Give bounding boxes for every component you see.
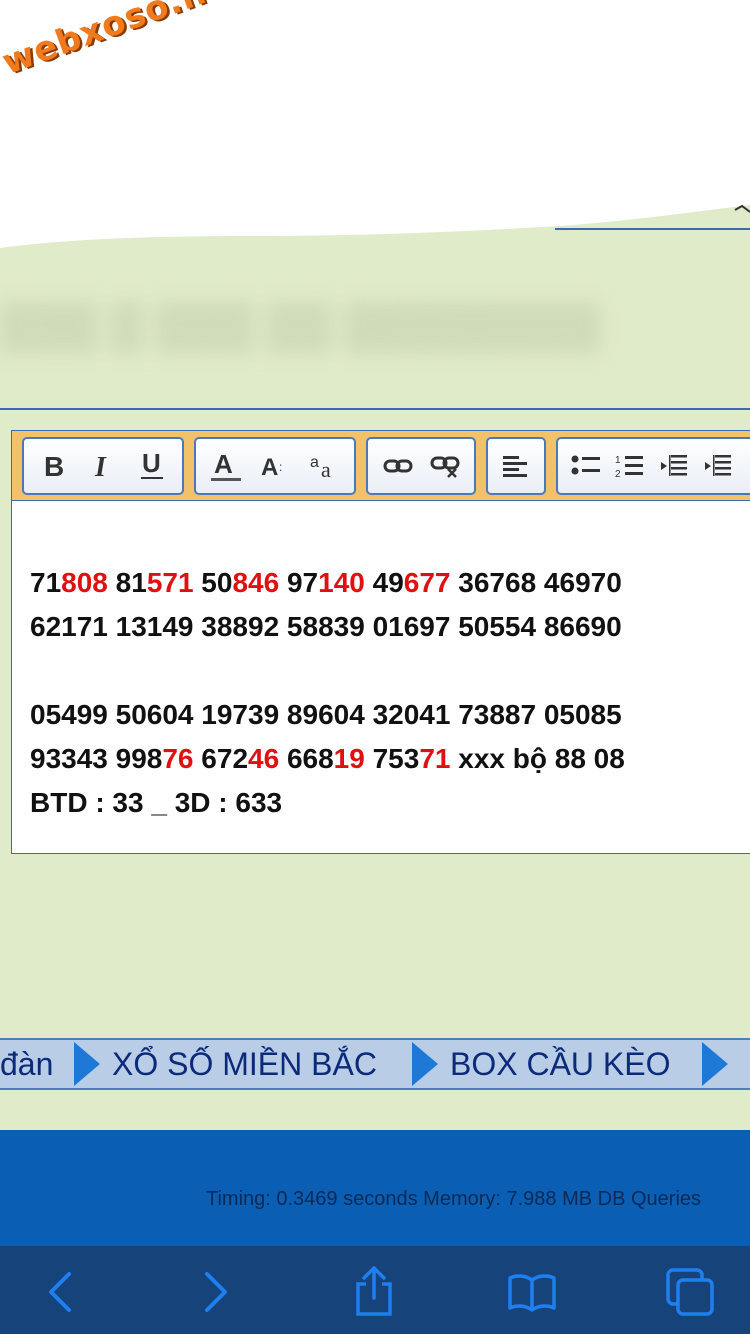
svg-text:U: U [142, 450, 161, 478]
content-line: 62171 13149 38892 58839 01697 50554 8669… [30, 605, 625, 649]
nav-arrow-icon [74, 1042, 100, 1086]
forward-icon[interactable] [188, 1264, 244, 1320]
tabs-icon[interactable] [662, 1264, 718, 1320]
unlink-icon[interactable] [423, 444, 467, 488]
svg-text:a: a [321, 457, 331, 481]
svg-text:2: 2 [615, 469, 621, 479]
highlighted-number: 677 [403, 567, 451, 598]
highlighted-number: 46 [248, 743, 280, 774]
content-line [30, 649, 625, 693]
toolbar-group-font: A A: aa [194, 437, 356, 495]
toolbar-group-links [366, 437, 476, 495]
content-line: 05499 50604 19739 89604 32041 73887 0508… [30, 693, 625, 737]
editor-toolbar: B I U A A: aa 1 2 [12, 431, 750, 501]
timing-info: Timing: 0.3469 seconds Memory: 7.988 MB … [206, 1188, 702, 1210]
blurred-post-title: ▒▒▒ ▒ ▒▒▒ ▒▒ ▒▒▒▒▒▒▒▒▒ [0, 299, 600, 351]
content-text: BTD : 33 _ 3D : 633 [30, 787, 283, 818]
forum-nav-bar: đàn XỔ SỐ MIỀN BẮC BOX CẦU KÈO [0, 1038, 750, 1090]
content-text: xxx bộ 88 08 [450, 743, 625, 774]
align-left-icon[interactable] [494, 444, 538, 488]
content-text: 668 [279, 743, 334, 774]
content-text: 753 [364, 743, 420, 774]
highlighted-number: 140 [318, 567, 365, 598]
underline-icon[interactable]: U [130, 444, 174, 488]
svg-text:B: B [44, 452, 64, 480]
outdent-icon[interactable] [652, 444, 696, 488]
toolbar-group-text-style: B I U [22, 437, 184, 495]
svg-text:I: I [94, 452, 107, 480]
browser-toolbar [0, 1246, 750, 1334]
content-text: 93343 998 [30, 743, 163, 774]
content-line: 71808 81571 50846 97140 49677 36768 4697… [30, 561, 625, 605]
font-case-icon[interactable]: aa [302, 444, 346, 488]
content-text: 62171 13149 38892 58839 01697 50554 8669… [30, 611, 622, 642]
highlighted-number: 19 [333, 743, 365, 774]
link-icon[interactable] [376, 444, 420, 488]
svg-text:A: A [261, 454, 278, 481]
nav-item-xo-so-mien-bac[interactable]: XỔ SỐ MIỀN BẮC [112, 1040, 377, 1088]
content-text: 71 [30, 567, 62, 598]
highlighted-number: 571 [146, 567, 194, 598]
editor-frame-divider [0, 408, 750, 410]
bookmarks-icon[interactable] [504, 1264, 560, 1320]
font-size-icon[interactable]: A: [253, 444, 297, 488]
highlighted-number: 76 [162, 743, 194, 774]
svg-text:1: 1 [615, 455, 621, 466]
header-divider [555, 228, 750, 230]
toolbar-group-lists: 12 [556, 437, 750, 495]
bold-icon[interactable]: B [32, 444, 76, 488]
content-line: 93343 99876 67246 66819 75371 xxx bộ 88 … [30, 737, 625, 781]
svg-text::: : [279, 460, 282, 474]
page-footer: Timing: 0.3469 seconds Memory: 7.988 MB … [0, 1130, 750, 1246]
italic-icon[interactable]: I [81, 444, 125, 488]
nav-item-box-cau-keo[interactable]: BOX CẦU KÈO [450, 1040, 671, 1088]
font-color-icon[interactable]: A [204, 444, 248, 488]
numbered-list-icon[interactable]: 12 [608, 444, 652, 488]
content-text: 49 [364, 567, 404, 598]
nav-item-dan[interactable]: đàn [0, 1040, 53, 1088]
content-text: 50 [193, 567, 233, 598]
share-icon[interactable] [346, 1264, 402, 1320]
highlighted-number: 808 [61, 567, 108, 598]
content-text: 05499 50604 19739 89604 32041 73887 0508… [30, 699, 622, 730]
content-text: 672 [193, 743, 249, 774]
nav-arrow-icon [702, 1042, 728, 1086]
highlighted-number: 71 [419, 743, 451, 774]
reply-editor[interactable]: B I U A A: aa 1 2 71808 81571 50846 9714… [11, 430, 750, 854]
highlighted-number: 846 [232, 567, 280, 598]
bullet-list-icon[interactable] [564, 444, 608, 488]
back-icon[interactable] [32, 1264, 88, 1320]
toolbar-group-align [486, 437, 546, 495]
editor-content[interactable]: 71808 81571 50846 97140 49677 36768 4697… [30, 561, 625, 825]
content-text: 36768 46970 [450, 567, 622, 598]
svg-text:a: a [310, 454, 319, 471]
content-text: 97 [279, 567, 319, 598]
indent-icon[interactable] [696, 444, 740, 488]
svg-text:A: A [214, 449, 233, 479]
content-text: 81 [107, 567, 147, 598]
content-line: BTD : 33 _ 3D : 633 [30, 781, 625, 825]
nav-arrow-icon [412, 1042, 438, 1086]
